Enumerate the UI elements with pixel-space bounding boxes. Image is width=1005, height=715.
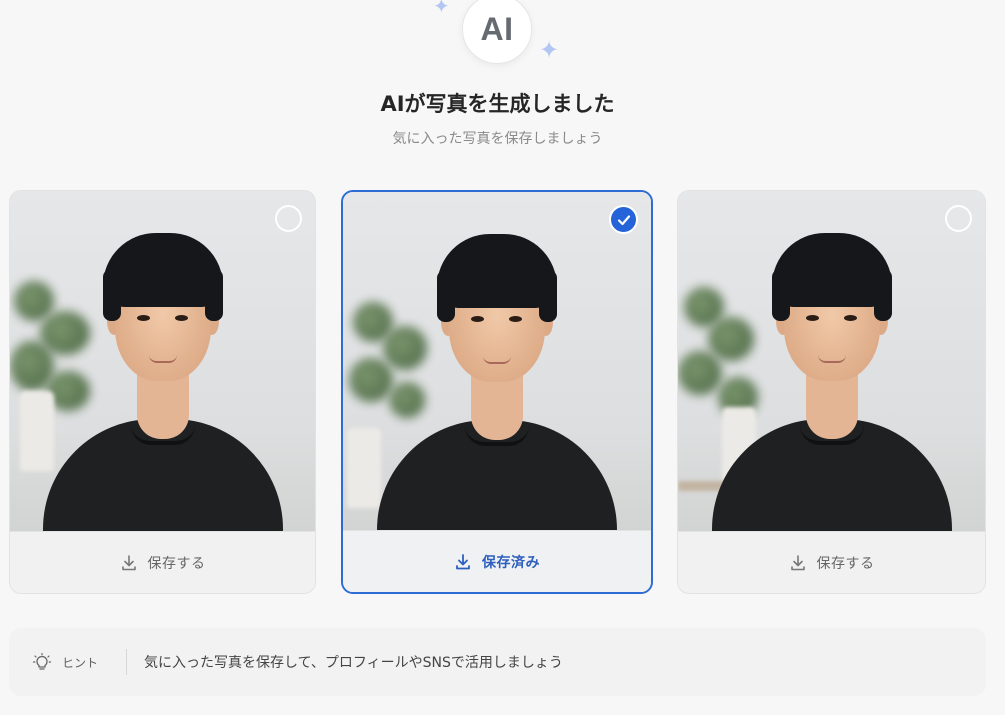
photo-card-1[interactable]: 保存する <box>9 190 316 594</box>
check-icon <box>617 214 630 225</box>
photo-card-3[interactable]: 保存する <box>677 190 986 594</box>
save-button-label: 保存する <box>147 555 206 572</box>
download-icon <box>121 554 136 570</box>
selected-check[interactable] <box>609 205 638 234</box>
person-portrait <box>367 220 627 534</box>
sparkle-icon: ✦ <box>539 36 560 64</box>
save-button[interactable]: 保存する <box>678 531 985 593</box>
select-radio[interactable] <box>275 205 302 232</box>
page-title: AIが写真を生成しました <box>380 92 615 116</box>
ai-badge-text: AI <box>480 10 514 47</box>
download-icon <box>790 554 805 570</box>
ai-badge: AI <box>462 0 532 64</box>
lightbulb-icon <box>32 652 52 670</box>
page-subtitle: 気に入った写真を保存しましょう <box>392 131 603 147</box>
page: ✦ ✦ ✦ AI AIが写真を生成しました 気に入った写真を保存しましょう <box>0 0 1005 715</box>
generated-photo-2[interactable] <box>343 192 651 534</box>
select-radio[interactable] <box>945 205 972 232</box>
save-button[interactable]: 保存する <box>10 531 315 593</box>
sparkle-icon: ✦ <box>433 0 450 18</box>
download-icon <box>456 553 470 569</box>
divider <box>126 649 128 675</box>
photo-card-2[interactable]: 保存済み <box>341 190 653 594</box>
person-portrait <box>33 219 293 533</box>
sparkle-icon: ✦ <box>535 0 543 4</box>
hint-text: 気に入った写真を保存して、プロフィールやSNSで活用しましょう <box>144 655 563 671</box>
saved-button-label: 保存済み <box>482 554 540 571</box>
saved-button[interactable]: 保存済み <box>343 530 651 592</box>
hint-label: ヒント <box>62 655 99 670</box>
generated-photo-3[interactable] <box>678 191 985 533</box>
person-portrait <box>702 219 962 533</box>
save-button-label: 保存する <box>816 555 875 572</box>
generated-photo-1[interactable] <box>10 191 315 533</box>
hint-bar: ヒント 気に入った写真を保存して、プロフィールやSNSで活用しましょう <box>9 628 986 696</box>
